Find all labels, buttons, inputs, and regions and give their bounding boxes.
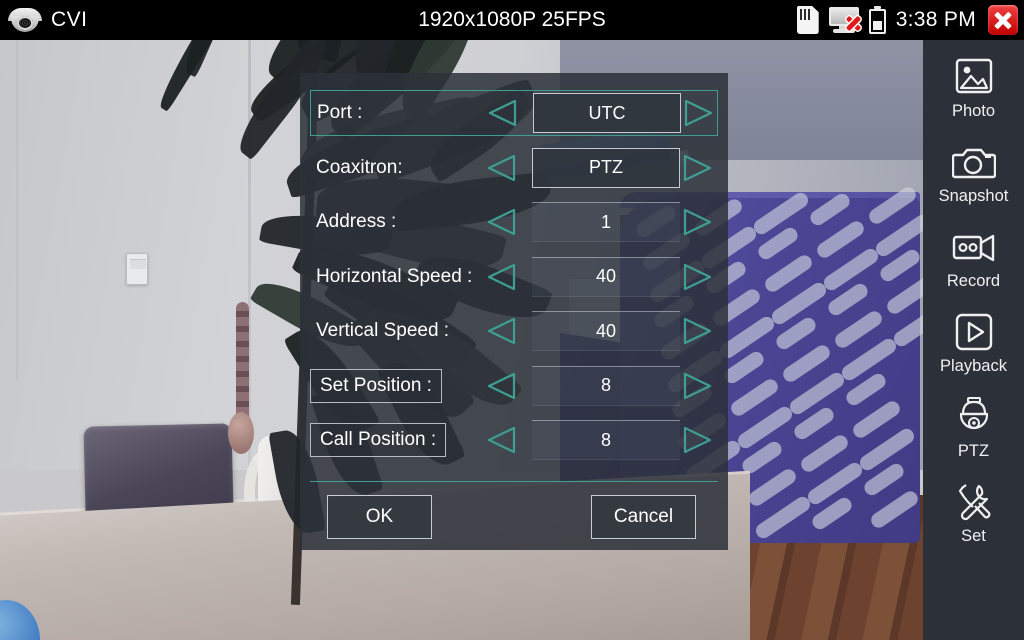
row-value[interactable]: 8 bbox=[532, 420, 680, 460]
scene-bead-ball bbox=[228, 412, 254, 454]
triangle-left-icon[interactable] bbox=[485, 152, 519, 184]
toolbar-item-snapshot[interactable]: Snapshot bbox=[923, 139, 1024, 224]
dialog-row-address[interactable]: Address : 1 bbox=[310, 199, 718, 245]
toolbar-item-label: Playback bbox=[940, 357, 1007, 375]
clock-label: 3:38 PM bbox=[895, 8, 976, 31]
ok-button[interactable]: OK bbox=[327, 495, 432, 539]
triangle-left-icon[interactable] bbox=[485, 261, 519, 293]
row-value[interactable]: 40 bbox=[532, 256, 680, 297]
dialog-row-coaxitron[interactable]: Coaxitron: PTZ bbox=[310, 145, 718, 191]
scene-light-switch bbox=[126, 253, 148, 285]
toolbar-item-set[interactable]: Set bbox=[923, 479, 1024, 564]
triangle-right-icon[interactable] bbox=[680, 315, 714, 347]
toolbar-item-record[interactable]: Record bbox=[923, 224, 1024, 309]
toolbar-item-label: Record bbox=[946, 272, 1001, 290]
triangle-right-icon[interactable] bbox=[680, 206, 714, 238]
toolbar-item-photo[interactable]: Photo bbox=[923, 54, 1024, 139]
dialog-row-port[interactable]: Port : UTC bbox=[310, 90, 718, 136]
row-label: Vertical Speed : bbox=[316, 320, 450, 341]
toolbar-item-ptz[interactable]: PTZ bbox=[923, 394, 1024, 479]
status-icons: 3:38 PM bbox=[796, 0, 1018, 40]
triangle-right-icon[interactable] bbox=[680, 152, 714, 184]
scene-wall-seam-2 bbox=[16, 40, 18, 380]
row-value[interactable]: 1 bbox=[532, 202, 680, 242]
row-label: Coaxitron: bbox=[316, 156, 403, 178]
row-label: Horizontal Speed : bbox=[316, 265, 473, 287]
row-value[interactable]: 8 bbox=[532, 365, 680, 406]
triangle-right-icon[interactable] bbox=[681, 97, 715, 129]
row-label: Port : bbox=[317, 102, 363, 123]
camera-icon bbox=[950, 139, 998, 185]
ptz-settings-dialog: Port : UTC Coaxitron: PTZ Address : 1 Horizont… bbox=[300, 73, 728, 550]
triangle-right-icon[interactable] bbox=[680, 424, 714, 456]
video-camera-icon bbox=[950, 224, 998, 270]
dialog-row-vertical-speed[interactable]: Vertical Speed : 40 bbox=[310, 308, 718, 354]
row-value[interactable]: PTZ bbox=[532, 147, 680, 188]
dialog-divider bbox=[310, 481, 718, 482]
triangle-left-icon[interactable] bbox=[485, 424, 519, 456]
triangle-left-icon[interactable] bbox=[485, 206, 519, 238]
cancel-button[interactable]: Cancel bbox=[591, 495, 696, 539]
status-bar: CVI 1920x1080P 25FPS 3:38 PM bbox=[0, 0, 1024, 40]
triangle-left-icon[interactable] bbox=[486, 97, 520, 129]
dialog-row-call-position[interactable]: Call Position : 8 bbox=[310, 417, 718, 463]
dialog-row-horizontal-speed[interactable]: Horizontal Speed : 40 bbox=[310, 254, 718, 300]
toolbar-item-playback[interactable]: Playback bbox=[923, 309, 1024, 394]
photo-icon bbox=[950, 54, 998, 100]
ptz-dome-icon bbox=[950, 394, 998, 440]
dialog-row-set-position[interactable]: Set Position : 8 bbox=[310, 363, 718, 409]
app-screen: CVI 1920x1080P 25FPS 3:38 PM Photo Snapsh… bbox=[0, 0, 1024, 640]
toolbar-item-label: PTZ bbox=[957, 442, 990, 460]
triangle-right-icon[interactable] bbox=[680, 261, 714, 293]
monitor-disconnected-icon bbox=[828, 7, 859, 33]
toolbar-item-label: Photo bbox=[951, 102, 996, 120]
sd-card-icon bbox=[796, 6, 819, 34]
row-value[interactable]: UTC bbox=[533, 93, 681, 133]
scene-hanging-beads bbox=[236, 302, 249, 422]
row-label[interactable]: Set Position : bbox=[310, 368, 442, 403]
triangle-left-icon[interactable] bbox=[485, 370, 519, 402]
toolbar-item-label: Snapshot bbox=[938, 187, 1009, 205]
tools-icon bbox=[950, 479, 998, 525]
right-toolbar: Photo Snapshot Record Playback PTZ Set bbox=[923, 40, 1024, 640]
close-x-icon[interactable] bbox=[988, 5, 1018, 35]
toolbar-item-label: Set bbox=[961, 527, 986, 545]
row-label: Address : bbox=[316, 211, 397, 232]
row-label[interactable]: Call Position : bbox=[310, 423, 447, 457]
battery-icon bbox=[868, 6, 886, 34]
play-icon bbox=[950, 309, 998, 355]
triangle-right-icon[interactable] bbox=[680, 370, 714, 402]
row-value[interactable]: 40 bbox=[532, 311, 680, 351]
triangle-left-icon[interactable] bbox=[485, 315, 519, 347]
